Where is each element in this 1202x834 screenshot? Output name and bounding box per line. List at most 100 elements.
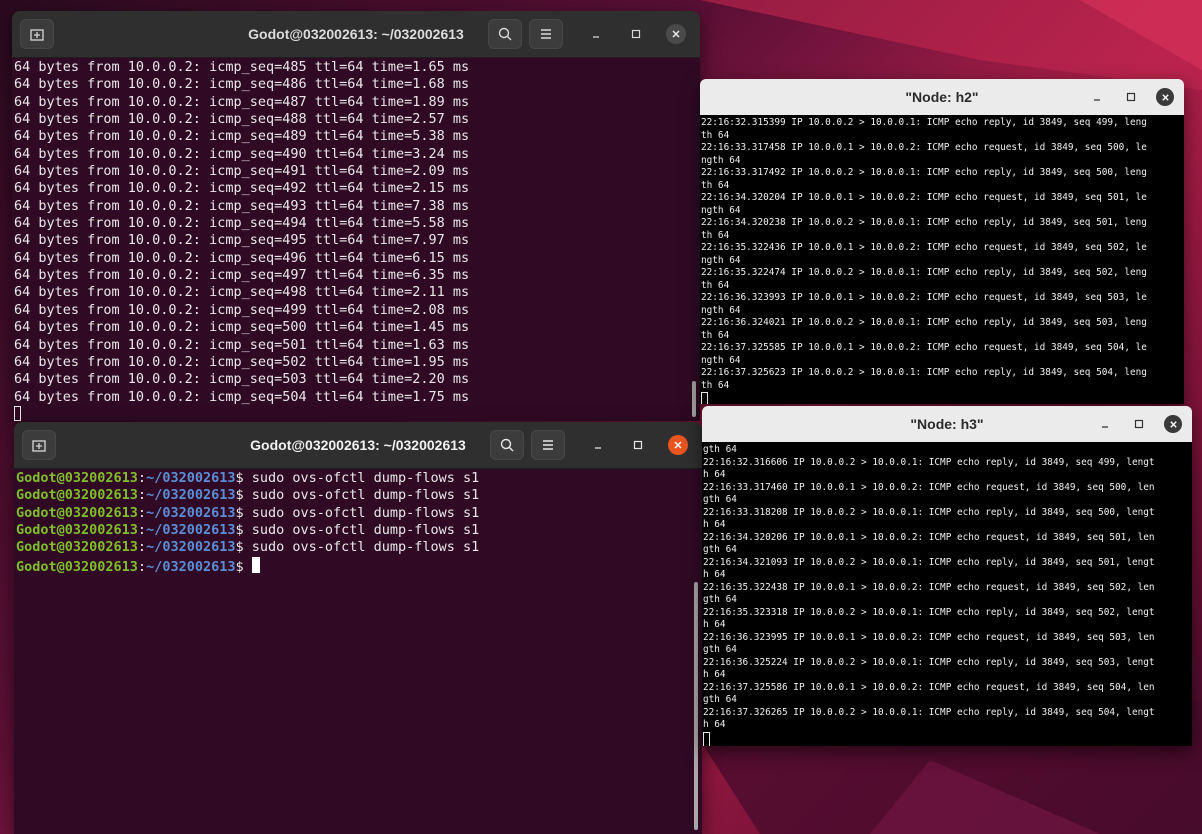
terminal-line: gth 64: [703, 494, 737, 505]
terminal-line: 64 bytes from 10.0.0.2: icmp_seq=499 ttl…: [14, 301, 470, 318]
terminal-line: [14, 405, 700, 421]
terminal-window-bottom: Godot@032002613: ~/032002613 Godot@03200…: [14, 422, 702, 834]
maximize-button[interactable]: [628, 435, 648, 455]
titlebar[interactable]: "Node: h3": [702, 406, 1192, 443]
close-button[interactable]: [1164, 415, 1182, 433]
new-tab-button[interactable]: [20, 19, 54, 49]
terminal-line: 64 bytes from 10.0.0.2: icmp_seq=501 ttl…: [14, 336, 470, 353]
terminal-line: 22:16:32.316606 IP 10.0.0.2 > 10.0.0.1: …: [703, 456, 1155, 468]
terminal-line: th 64: [701, 229, 730, 241]
terminal-line: 64 bytes from 10.0.0.2: icmp_seq=494 ttl…: [14, 215, 470, 232]
terminal-line: ngth 64: [701, 254, 741, 266]
close-icon: [1169, 420, 1177, 428]
text-cursor: [251, 556, 260, 573]
terminal-line: 64 bytes from 10.0.0.2: icmp_seq=487 ttl…: [14, 93, 470, 110]
minimize-button[interactable]: [1096, 415, 1114, 433]
prompt-dollar: $: [235, 470, 244, 486]
terminal-line: 64 bytes from 10.0.0.2: icmp_seq=493 ttl…: [14, 197, 470, 214]
search-button[interactable]: [488, 19, 522, 49]
window-title: "Node: h3": [910, 416, 984, 432]
search-button[interactable]: [490, 430, 524, 460]
terminal-line: 64 bytes from 10.0.0.2: icmp_seq=491 ttl…: [14, 163, 470, 180]
terminal-line: 22:16:37.325623 IP 10.0.0.2 > 10.0.0.1: …: [701, 367, 1147, 378]
new-tab-icon: [32, 440, 46, 452]
minimize-icon: [593, 36, 599, 38]
close-button[interactable]: [1156, 88, 1174, 106]
close-icon: [674, 441, 682, 449]
new-tab-button[interactable]: [22, 430, 56, 460]
terminal-line: h 64: [703, 519, 726, 530]
hamburger-menu-icon: [543, 440, 553, 450]
titlebar[interactable]: Godot@032002613: ~/032002613: [14, 422, 702, 469]
terminal-line: gth 64: [703, 444, 737, 455]
terminal-line: th 64: [701, 129, 730, 141]
terminal-line: gth 64: [703, 544, 737, 555]
maximize-button[interactable]: [1130, 415, 1148, 433]
terminal-output[interactable]: Godot@032002613:~/032002613$ sudo ovs-of…: [14, 469, 702, 834]
terminal-line: 22:16:33.317458 IP 10.0.0.1 > 10.0.0.2: …: [701, 142, 1147, 153]
maximize-button[interactable]: [1122, 88, 1140, 106]
minimize-icon: [1094, 99, 1100, 101]
command-text: sudo ovs-ofctl dump-flows s1: [243, 539, 480, 556]
titlebar[interactable]: "Node: h2": [700, 79, 1184, 116]
prompt-user: Godot@032002613: [16, 522, 138, 539]
xterm-window-h2: "Node: h2" 22:16:32.315399 IP 10.0.0.2 >…: [700, 79, 1184, 404]
prompt-separator: :: [137, 470, 147, 486]
terminal-line: 22:16:36.324021 IP 10.0.0.2 > 10.0.0.1: …: [701, 317, 1147, 328]
new-tab-icon: [30, 29, 44, 41]
prompt-dollar: $: [235, 522, 244, 539]
terminal-line: 22:16:33.317460 IP 10.0.0.1 > 10.0.0.2: …: [703, 481, 1155, 493]
maximize-icon: [1126, 92, 1136, 102]
terminal-line: 64 bytes from 10.0.0.2: icmp_seq=500 ttl…: [14, 319, 470, 336]
prompt-user: Godot@032002613: [16, 487, 138, 504]
terminal-output[interactable]: 22:16:32.315399 IP 10.0.0.2 > 10.0.0.1: …: [700, 115, 1184, 404]
command-text: sudo ovs-ofctl dump-flows s1: [243, 470, 480, 486]
terminal-line: 22:16:36.323995 IP 10.0.0.1 > 10.0.0.2: …: [703, 631, 1155, 643]
prompt-line: Godot@032002613:~/032002613$ sudo ovs-of…: [16, 487, 702, 504]
terminal-line: 64 bytes from 10.0.0.2: icmp_seq=496 ttl…: [14, 249, 470, 266]
prompt-line: Godot@032002613:~/032002613$: [16, 556, 702, 575]
prompt-line: Godot@032002613:~/032002613$ sudo ovs-of…: [16, 539, 702, 556]
command-text: [244, 559, 252, 575]
terminal-line: 64 bytes from 10.0.0.2: icmp_seq=492 ttl…: [14, 180, 470, 197]
minimize-icon: [595, 447, 601, 449]
prompt-dollar: $: [235, 539, 244, 556]
terminal-line: 22:16:36.323993 IP 10.0.0.1 > 10.0.0.2: …: [701, 292, 1147, 303]
menu-button[interactable]: [531, 430, 565, 460]
close-button[interactable]: [668, 435, 688, 455]
prompt-separator: :: [137, 539, 147, 556]
prompt-path: ~/032002613: [146, 539, 236, 556]
close-icon: [672, 30, 680, 38]
prompt-user: Godot@032002613: [16, 558, 138, 575]
terminal-output[interactable]: gth 64 22:16:32.316606 IP 10.0.0.2 > 10.0…: [702, 442, 1192, 746]
terminal-line: th 64: [701, 379, 730, 391]
terminal-line: 22:16:37.326265 IP 10.0.0.2 > 10.0.0.1: …: [703, 706, 1155, 718]
maximize-button[interactable]: [626, 24, 646, 44]
minimize-button[interactable]: [588, 435, 608, 455]
prompt-user: Godot@032002613: [16, 470, 138, 486]
terminal-line: [703, 731, 1192, 746]
terminal-line: th 64: [701, 329, 730, 341]
minimize-button[interactable]: [586, 24, 606, 44]
terminal-line: gth 64: [703, 594, 737, 605]
terminal-line: h 64: [703, 719, 726, 730]
scrollbar[interactable]: [694, 582, 698, 830]
terminal-line: th 64: [701, 179, 730, 191]
terminal-line: 64 bytes from 10.0.0.2: icmp_seq=489 ttl…: [14, 128, 470, 145]
prompt-dollar: $: [235, 487, 244, 504]
terminal-line: th 64: [701, 279, 730, 291]
terminal-line: 64 bytes from 10.0.0.2: icmp_seq=497 ttl…: [14, 267, 470, 284]
close-button[interactable]: [666, 24, 686, 44]
hamburger-menu-icon: [541, 29, 551, 39]
terminal-line: 22:16:35.323318 IP 10.0.0.2 > 10.0.0.1: …: [703, 606, 1155, 618]
minimize-button[interactable]: [1088, 88, 1106, 106]
text-cursor: [701, 392, 708, 404]
maximize-icon: [633, 440, 643, 450]
terminal-output[interactable]: 64 bytes from 10.0.0.2: icmp_seq=485 ttl…: [12, 58, 700, 421]
scrollbar[interactable]: [692, 381, 696, 417]
terminal-line: 22:16:33.318208 IP 10.0.0.2 > 10.0.0.1: …: [703, 506, 1155, 518]
terminal-line: 22:16:34.320206 IP 10.0.0.1 > 10.0.0.2: …: [703, 531, 1155, 543]
menu-button[interactable]: [529, 19, 563, 49]
titlebar[interactable]: Godot@032002613: ~/032002613: [12, 11, 700, 58]
prompt-path: ~/032002613: [146, 522, 236, 539]
